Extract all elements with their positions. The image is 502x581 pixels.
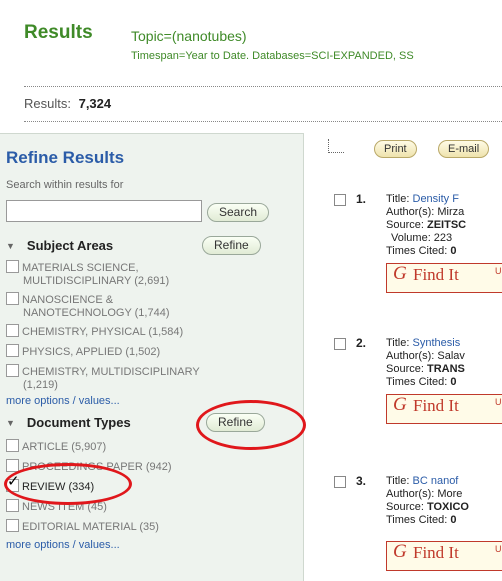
print-button[interactable]: Print (374, 140, 417, 158)
select-all-icon[interactable] (328, 139, 344, 153)
checkbox[interactable] (6, 324, 19, 337)
checkbox[interactable] (6, 292, 19, 305)
results-header: Results Topic=(nanotubes) Timespan=Year … (0, 0, 502, 122)
page-title: Results (24, 22, 93, 43)
checkbox[interactable] (6, 344, 19, 357)
record-source: ZEITSC (426, 219, 467, 231)
checkbox[interactable] (6, 519, 19, 532)
record-body: Title: Density F Author(s): Mirza Source… (386, 193, 502, 258)
record-authors: More (437, 488, 463, 500)
record-body: Title: BC nanof Author(s): More Source: … (386, 475, 469, 526)
doctype-option[interactable]: ARTICLE (5,907) (6, 439, 106, 454)
subject-option[interactable]: CHEMISTRY, MULTIDISCIPLINARY (1,219) (6, 364, 200, 392)
record-checkbox[interactable] (334, 194, 346, 206)
checkmark-icon: ✓ (7, 473, 20, 490)
refine-title: Refine Results (6, 148, 125, 167)
doctype-option-review[interactable]: ✓ REVIEW (334) (6, 474, 94, 494)
divider (24, 121, 502, 122)
doctype-option[interactable]: PROCEEDINGS PAPER (942) (6, 459, 172, 474)
find-it-logo-icon: G (393, 541, 407, 562)
doctype-more-options-link[interactable]: more options / values... (6, 539, 120, 551)
record-authors: Mirza (437, 206, 465, 218)
divider (24, 86, 502, 87)
find-it-button[interactable]: G Find It U (386, 394, 502, 424)
record-number: 3. (356, 474, 367, 488)
subject-option[interactable]: MATERIALS SCIENCE, MULTIDISCIPLINARY (2,… (6, 260, 169, 288)
record-volume: Volume: 223 (391, 232, 453, 244)
checkbox[interactable] (6, 499, 19, 512)
subject-refine-button[interactable]: Refine (202, 236, 261, 255)
record-item: 1. Title: Density F Author(s): Mirza Sou… (334, 193, 502, 293)
refine-sidebar: Refine Results Search within results for… (0, 133, 304, 581)
document-types-heading[interactable]: ▼ Document Types (6, 415, 131, 430)
collapse-triangle-icon[interactable]: ▼ (6, 241, 15, 251)
record-body: Title: Synthesis Author(s): Salav Source… (386, 337, 465, 388)
query-timespan: Timespan=Year to Date. Databases=SCI-EXP… (131, 50, 414, 62)
record-source: TRANS (426, 363, 465, 375)
record-cited: 0 (450, 376, 457, 388)
find-it-logo-icon: G (393, 263, 407, 284)
results-count: 7,324 (78, 96, 112, 111)
record-title-link[interactable]: BC nanof (413, 475, 459, 487)
results-label: Results: (24, 96, 71, 111)
checkbox[interactable] (6, 364, 19, 377)
record-source: TOXICO (426, 501, 469, 513)
search-within-label: Search within results for (6, 179, 124, 191)
record-title-link[interactable]: Density F (413, 193, 459, 205)
collapse-triangle-icon[interactable]: ▼ (6, 418, 15, 428)
email-button[interactable]: E-mail (438, 140, 490, 158)
record-number: 1. (356, 192, 367, 206)
checkbox[interactable] (6, 459, 19, 472)
find-it-button[interactable]: G Find It U (386, 263, 502, 293)
subject-option[interactable]: PHYSICS, APPLIED (1,502) (6, 344, 160, 359)
doctype-option[interactable]: NEWS ITEM (45) (6, 499, 107, 514)
record-cited: 0 (450, 514, 457, 526)
record-cited: 0 (450, 245, 457, 257)
record-checkbox[interactable] (334, 476, 346, 488)
query-topic: Topic=(nanotubes) (131, 28, 247, 44)
find-it-logo-icon: G (393, 394, 407, 415)
checkbox[interactable] (6, 439, 19, 452)
subject-areas-heading[interactable]: ▼ Subject Areas (6, 238, 113, 253)
record-checkbox[interactable] (334, 338, 346, 350)
checkbox[interactable] (6, 260, 19, 273)
subject-option[interactable]: NANOSCIENCE & NANOTECHNOLOGY (1,744) (6, 292, 170, 320)
record-title-link[interactable]: Synthesis (413, 337, 461, 349)
subject-more-options-link[interactable]: more options / values... (6, 395, 120, 407)
search-within-input[interactable] (6, 200, 202, 222)
search-button[interactable]: Search (207, 203, 270, 222)
results-count-label: Results: 7,324 (24, 96, 111, 111)
record-item: 2. Title: Synthesis Author(s): Salav Sou… (334, 337, 502, 427)
doctype-refine-button[interactable]: Refine (206, 413, 265, 432)
record-authors: Salav (437, 350, 465, 362)
record-number: 2. (356, 336, 367, 350)
doctype-option[interactable]: EDITORIAL MATERIAL (35) (6, 519, 159, 534)
subject-option[interactable]: CHEMISTRY, PHYSICAL (1,584) (6, 324, 183, 339)
checkbox-checked[interactable]: ✓ (6, 474, 20, 492)
record-item: 3. Title: BC nanof Author(s): More Sourc… (334, 475, 502, 575)
find-it-button[interactable]: G Find It U (386, 541, 502, 571)
